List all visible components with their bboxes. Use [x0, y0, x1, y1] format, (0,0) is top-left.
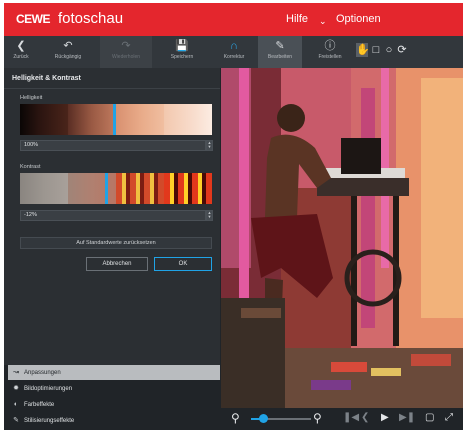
menu-options[interactable]: Optionen [336, 13, 381, 25]
save-label: Speichern [170, 54, 194, 60]
save-button[interactable]: 💾 Speichern [162, 36, 202, 68]
zoom-in-icon[interactable]: ⚲ [313, 411, 322, 425]
fit-screen-icon[interactable]: ▢ [425, 412, 434, 423]
photo-canvas[interactable] [221, 68, 463, 408]
brightness-stepper[interactable]: ▲ ▼ [206, 140, 213, 151]
rectangle-select-icon[interactable]: □ [370, 43, 382, 57]
redo-label: Wiederholen [111, 54, 141, 60]
undo-icon: ↶ [63, 40, 73, 52]
accordion-item-optimizations[interactable]: ✹ Bildoptimierungen [8, 381, 220, 396]
palette-icon: ◐ [13, 401, 19, 408]
brush-icon: ✎ [13, 417, 19, 424]
chevron-left-icon: ❮ [16, 40, 26, 52]
accordion-label: Bildoptimierungen [24, 386, 73, 392]
correction-label: Korrektur [223, 54, 245, 60]
divider [4, 88, 220, 89]
adjustment-panel: Helligkeit & Kontrast Helligkeit 100% ▲ ▼… [4, 68, 220, 365]
brightness-preview-frame[interactable] [20, 104, 68, 135]
sun-icon: ✹ [13, 385, 19, 392]
magnet-icon: ∩ [230, 40, 238, 52]
zoom-navigation-bar: ⚲ ⚲ ❚◀ ❮ ▶ ▶❚ ▢ ⤢ [221, 408, 463, 430]
reset-defaults-button[interactable]: Auf Standardwerte zurücksetzen [20, 237, 212, 249]
brightness-preview-frame[interactable] [68, 104, 116, 135]
app-name: fotoschau [58, 10, 124, 27]
undo-label: Rückgängig [54, 54, 82, 60]
contrast-preview-frame[interactable] [20, 173, 68, 204]
photo-image [221, 68, 463, 408]
edit-label: Bearbeiten [267, 54, 293, 60]
redo-button[interactable]: ↷ Wiederholen [100, 36, 152, 68]
contrast-value-field[interactable]: -12% [20, 210, 206, 221]
ok-button[interactable]: OK [154, 257, 212, 271]
cancel-button[interactable]: Abbrechen [86, 257, 148, 271]
crop-label: Freistellen [318, 54, 342, 60]
ellipse-select-icon[interactable]: ○ [383, 43, 395, 57]
accordion-item-color-effects[interactable]: ◐ Farbeffekte [8, 397, 220, 412]
accordion-label: Anpassungen [24, 370, 61, 376]
sliders-icon: ↝ [13, 369, 19, 376]
accordion-label: Farbeffekte [24, 402, 55, 408]
brightness-preview-strip[interactable] [20, 104, 212, 135]
contrast-preview-strip[interactable] [20, 173, 212, 204]
brightness-label: Helligkeit [20, 95, 43, 101]
contrast-label: Kontrast [20, 164, 41, 170]
menu-separator: ⌄ [319, 16, 327, 26]
hand-icon[interactable]: ✋ [356, 43, 370, 57]
cewe-logo: CEWE [16, 12, 51, 26]
save-icon: 💾 [175, 40, 189, 52]
menu-help[interactable]: Hilfe [286, 13, 308, 25]
brightness-preview-frame[interactable] [116, 104, 164, 135]
contrast-slider-marker[interactable] [105, 173, 108, 204]
accordion-item-stylize-effects[interactable]: ✎ Stilisierungseffekte [8, 413, 220, 428]
previous-image-icon[interactable]: ❮ [361, 412, 369, 423]
info-icon: ⓘ [324, 40, 336, 52]
first-image-icon[interactable]: ❚◀ [343, 412, 359, 423]
contrast-preview-frame[interactable] [164, 173, 212, 204]
contrast-preview-frame[interactable] [116, 173, 164, 204]
accordion-label: Stilisierungseffekte [24, 418, 75, 424]
undo-button[interactable]: ↶ Rückgängig [48, 36, 88, 68]
pencil-icon: ✎ [275, 40, 285, 52]
redo-icon: ↷ [121, 40, 131, 52]
contrast-stepper[interactable]: ▲ ▼ [206, 210, 213, 221]
zoom-slider-knob[interactable] [259, 414, 268, 423]
zoom-out-icon[interactable]: ⚲ [231, 411, 240, 425]
brightness-value-field[interactable]: 100% [20, 140, 206, 151]
brightness-slider-marker[interactable] [113, 104, 116, 135]
contrast-preview-frame[interactable] [68, 173, 116, 204]
accordion-item-adjustments[interactable]: ↝ Anpassungen [8, 365, 220, 380]
brightness-preview-frame[interactable] [164, 104, 212, 135]
next-image-icon[interactable]: ▶ [381, 412, 389, 423]
edit-button[interactable]: ✎ Bearbeiten [258, 36, 302, 68]
crop-button[interactable]: ⓘ Freistellen [312, 36, 348, 68]
title-bar: CEWE fotoschau Hilfe ⌄ Optionen [4, 3, 463, 36]
correction-button[interactable]: ∩ Korrektur [216, 36, 252, 68]
last-image-icon[interactable]: ▶❚ [399, 412, 415, 423]
lasso-icon[interactable]: ⟳ [396, 43, 408, 57]
fullscreen-icon[interactable]: ⤢ [445, 412, 453, 423]
panel-title: Helligkeit & Kontrast [12, 75, 81, 82]
back-button[interactable]: ❮ Zurück [8, 36, 34, 68]
app-window: CEWE fotoschau Hilfe ⌄ Optionen ❮ Zurück… [4, 3, 463, 430]
back-label: Zurück [13, 54, 29, 60]
